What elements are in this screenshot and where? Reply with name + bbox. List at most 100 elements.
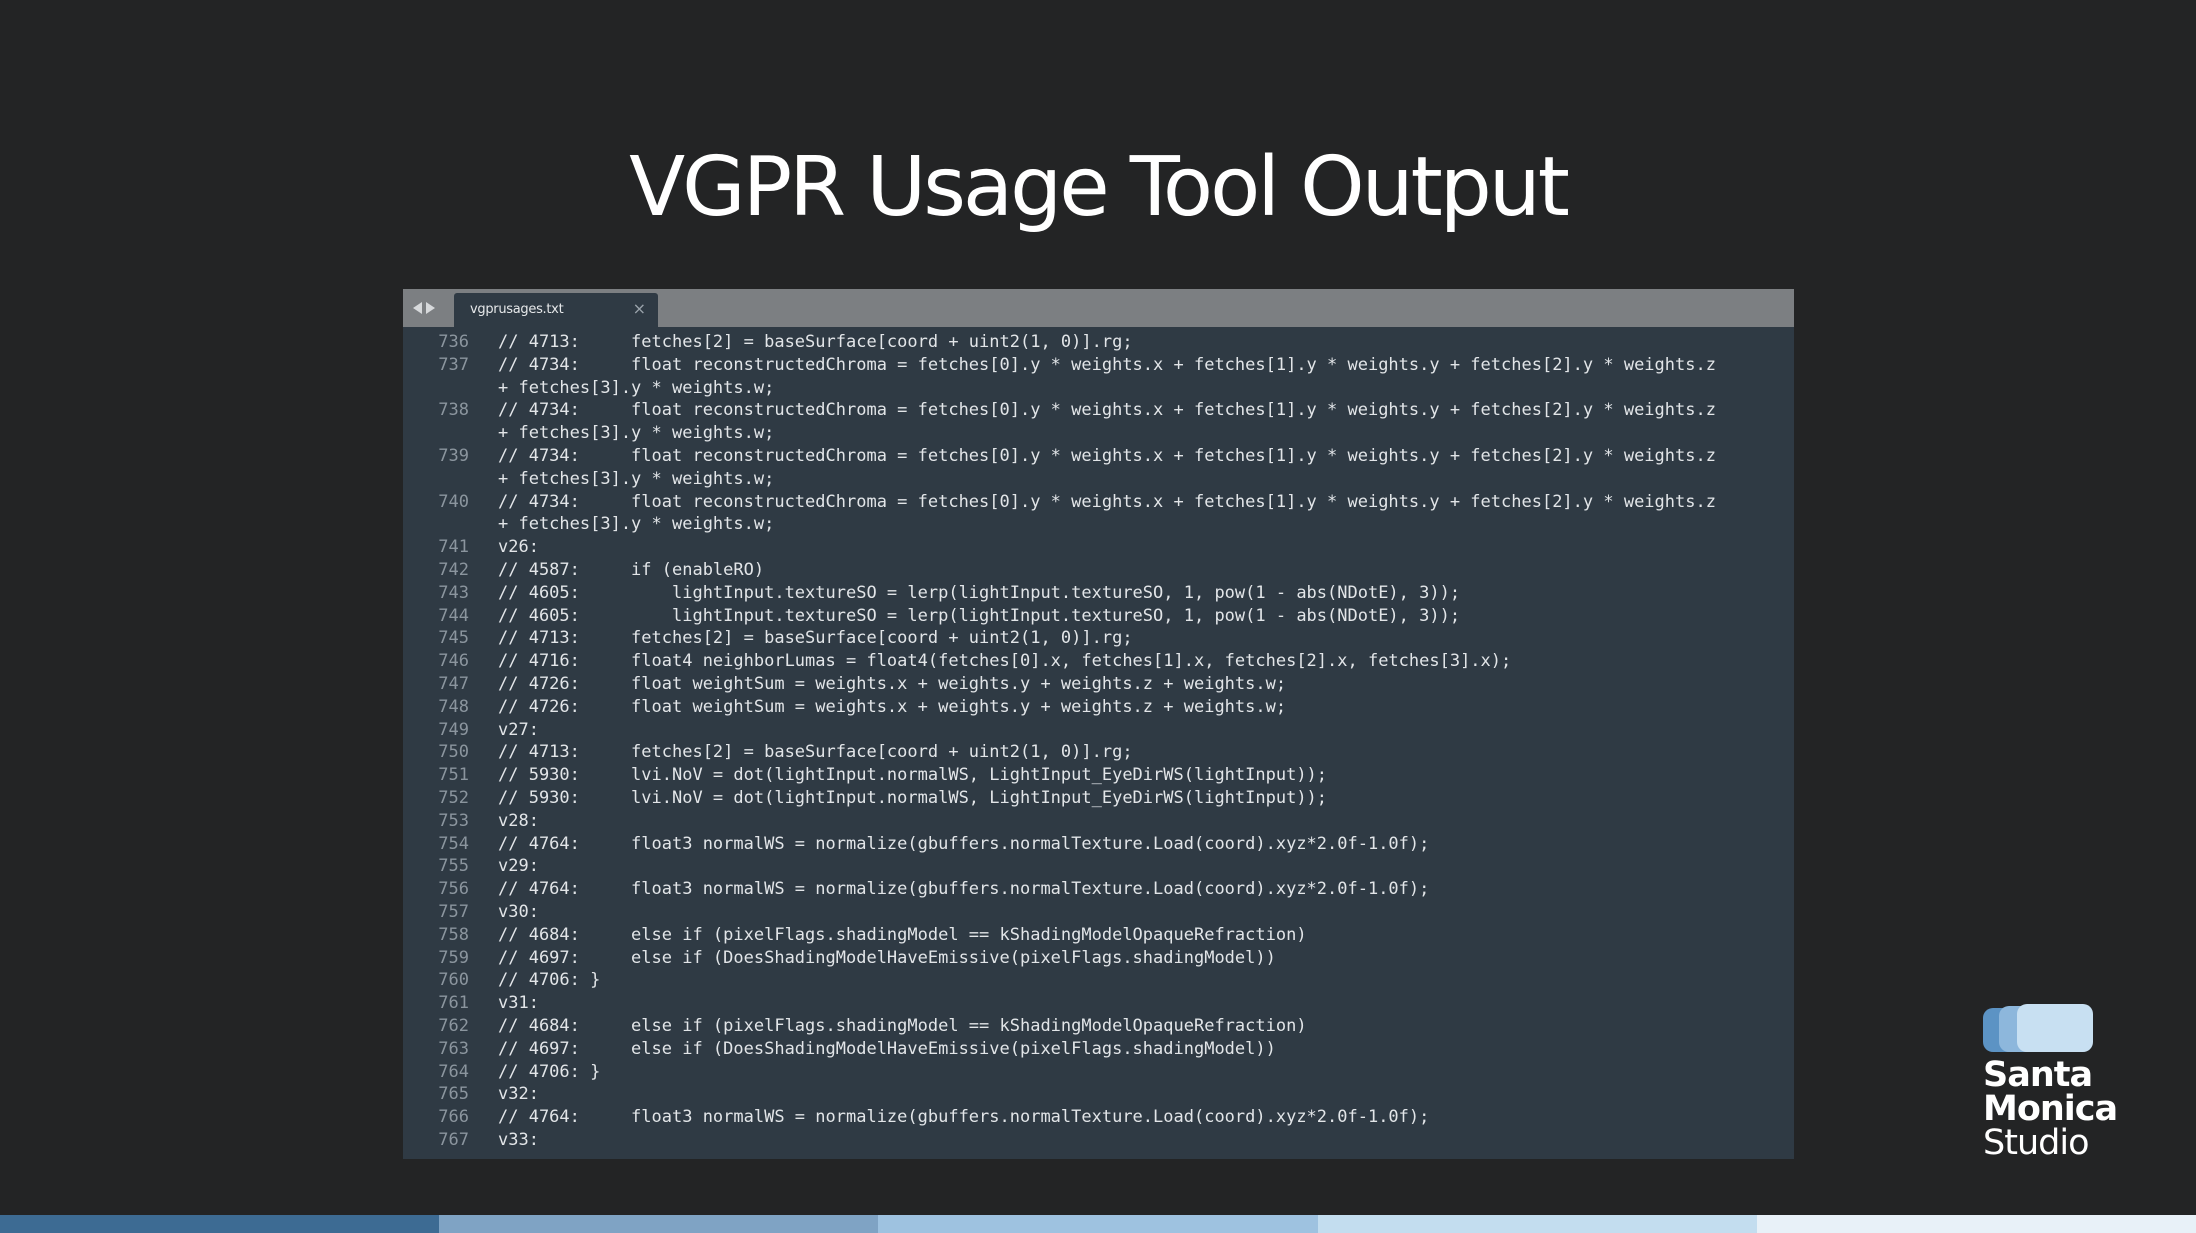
code-line[interactable]: 754 // 4764: float3 normalWS = normalize(… [403, 833, 1794, 856]
line-number: 739 [438, 445, 469, 466]
code-line[interactable]: + fetches[3].y * weights.w; [403, 513, 1794, 536]
line-number: 749 [438, 719, 469, 740]
line-number: 736 [438, 332, 469, 352]
footer-segment [1756, 1215, 2196, 1233]
line-text: // 4734: float reconstructedChroma = fet… [498, 354, 1716, 375]
line-number [403, 468, 469, 491]
footer-segment [878, 1215, 1318, 1233]
line-number: 758 [438, 924, 469, 945]
code-line[interactable]: 743 // 4605: lightInput.textureSO = lerp(… [403, 582, 1794, 605]
code-line[interactable]: 738 // 4734: float reconstructedChroma = … [403, 399, 1794, 422]
line-text: // 4734: float reconstructedChroma = fet… [498, 400, 1716, 421]
code-line[interactable]: 748 // 4726: float weightSum = weights.x … [403, 696, 1794, 719]
line-number: 744 [438, 605, 469, 626]
line-text: v31: [498, 993, 539, 1014]
code-line[interactable]: 753 v28: [403, 810, 1794, 833]
code-line[interactable]: 760 // 4706: } [403, 969, 1794, 992]
line-text: // 4726: float weightSum = weights.x + w… [498, 696, 1287, 717]
line-text: // 4713: fetches[2] = baseSurface[coord … [498, 742, 1133, 763]
line-text: + fetches[3].y * weights.w; [498, 514, 775, 535]
line-text: v26: [498, 537, 539, 558]
line-text: // 4706: } [498, 1061, 601, 1082]
code-line[interactable]: 759 // 4697: else if (DoesShadingModelHav… [403, 947, 1794, 970]
line-text: // 4713: fetches[2] = baseSurface[coord … [498, 332, 1133, 352]
line-number: 764 [438, 1061, 469, 1082]
line-number: 738 [438, 400, 469, 421]
code-line[interactable]: 736 // 4713: fetches[2] = baseSurface[coo… [403, 331, 1794, 354]
line-number: 760 [438, 970, 469, 991]
line-text: // 4764: float3 normalWS = normalize(gbu… [498, 879, 1430, 900]
code-line[interactable]: 762 // 4684: else if (pixelFlags.shadingM… [403, 1015, 1794, 1038]
code-line[interactable]: 755 v29: [403, 855, 1794, 878]
slide-title: VGPR Usage Tool Output [629, 140, 1570, 235]
line-text: // 5930: lvi.NoV = dot(lightInput.normal… [498, 765, 1328, 786]
code-line[interactable]: 766 // 4764: float3 normalWS = normalize(… [403, 1106, 1794, 1129]
code-line[interactable]: 761 v31: [403, 992, 1794, 1015]
code-line[interactable]: 745 // 4713: fetches[2] = baseSurface[coo… [403, 627, 1794, 650]
line-number: 748 [438, 696, 469, 717]
line-text: // 4684: else if (pixelFlags.shadingMode… [498, 924, 1307, 945]
line-text: v27: [498, 719, 539, 740]
line-number: 754 [438, 833, 469, 854]
code-line[interactable]: 744 // 4605: lightInput.textureSO = lerp(… [403, 605, 1794, 628]
code-line[interactable]: 747 // 4726: float weightSum = weights.x … [403, 673, 1794, 696]
line-text: // 4764: float3 normalWS = normalize(gbu… [498, 833, 1430, 854]
santa-monica-studio-logo: Santa Monica Studio [1983, 1004, 2133, 1174]
code-line[interactable]: 749 v27: [403, 719, 1794, 742]
footer-segment [0, 1215, 440, 1233]
line-text: + fetches[3].y * weights.w; [498, 423, 775, 444]
arrow-right-icon[interactable] [426, 302, 435, 314]
code-line[interactable]: 757 v30: [403, 901, 1794, 924]
line-text: // 4713: fetches[2] = baseSurface[coord … [498, 628, 1133, 649]
code-line[interactable]: + fetches[3].y * weights.w; [403, 468, 1794, 491]
line-number: 750 [438, 742, 469, 763]
line-number: 756 [438, 879, 469, 900]
line-number: 753 [438, 810, 469, 831]
line-number: 737 [438, 354, 469, 375]
logo-line-3: Studio [1983, 1123, 2089, 1163]
code-line[interactable]: + fetches[3].y * weights.w; [403, 377, 1794, 400]
line-number: 746 [438, 651, 469, 672]
line-number: 766 [438, 1107, 469, 1128]
code-line[interactable]: 740 // 4734: float reconstructedChroma = … [403, 491, 1794, 514]
code-line[interactable]: 752 // 5930: lvi.NoV = dot(lightInput.nor… [403, 787, 1794, 810]
code-line[interactable]: 750 // 4713: fetches[2] = baseSurface[coo… [403, 741, 1794, 764]
close-icon[interactable]: × [633, 300, 646, 318]
code-line[interactable]: 741 v26: [403, 536, 1794, 559]
footer-color-bar [0, 1215, 2196, 1233]
line-number: 747 [438, 673, 469, 694]
code-view[interactable]: 736 // 4713: fetches[2] = baseSurface[coo… [403, 331, 1794, 1156]
code-line[interactable]: 763 // 4697: else if (DoesShadingModelHav… [403, 1038, 1794, 1061]
line-number: 751 [438, 765, 469, 786]
code-line[interactable]: 765 v32: [403, 1083, 1794, 1106]
line-number [403, 377, 469, 400]
code-line[interactable]: 742 // 4587: if (enableRO) [403, 559, 1794, 582]
code-line[interactable]: 756 // 4764: float3 normalWS = normalize(… [403, 878, 1794, 901]
code-line[interactable]: 767 v33: [403, 1129, 1794, 1152]
line-number: 742 [438, 559, 469, 580]
line-text: // 4605: lightInput.textureSO = lerp(lig… [498, 605, 1461, 626]
line-number: 762 [438, 1015, 469, 1036]
line-text: + fetches[3].y * weights.w; [498, 468, 775, 489]
code-line[interactable]: 758 // 4684: else if (pixelFlags.shadingM… [403, 924, 1794, 947]
code-line[interactable]: 764 // 4706: } [403, 1061, 1794, 1084]
line-text: // 4716: float4 neighborLumas = float4(f… [498, 651, 1512, 672]
line-number: 752 [438, 787, 469, 808]
tab-bar: vgprusages.txt × [403, 289, 1794, 327]
line-text: // 4697: else if (DoesShadingModelHaveEm… [498, 1038, 1276, 1059]
code-line[interactable]: 751 // 5930: lvi.NoV = dot(lightInput.nor… [403, 764, 1794, 787]
tab-label: vgprusages.txt [470, 302, 564, 317]
footer-segment [439, 1215, 879, 1233]
line-text: + fetches[3].y * weights.w; [498, 377, 775, 398]
line-text: v29: [498, 856, 539, 877]
line-text: v28: [498, 810, 539, 831]
line-text: v32: [498, 1084, 539, 1105]
code-line[interactable]: 739 // 4734: float reconstructedChroma = … [403, 445, 1794, 468]
arrow-left-icon[interactable] [413, 302, 422, 314]
code-line[interactable]: 746 // 4716: float4 neighborLumas = float… [403, 650, 1794, 673]
code-line[interactable]: + fetches[3].y * weights.w; [403, 422, 1794, 445]
code-line[interactable]: 737 // 4734: float reconstructedChroma = … [403, 354, 1794, 377]
tab-vgprusages[interactable]: vgprusages.txt × [454, 293, 658, 327]
logo-line-1: Santa [1983, 1055, 2093, 1095]
line-number: 759 [438, 947, 469, 968]
